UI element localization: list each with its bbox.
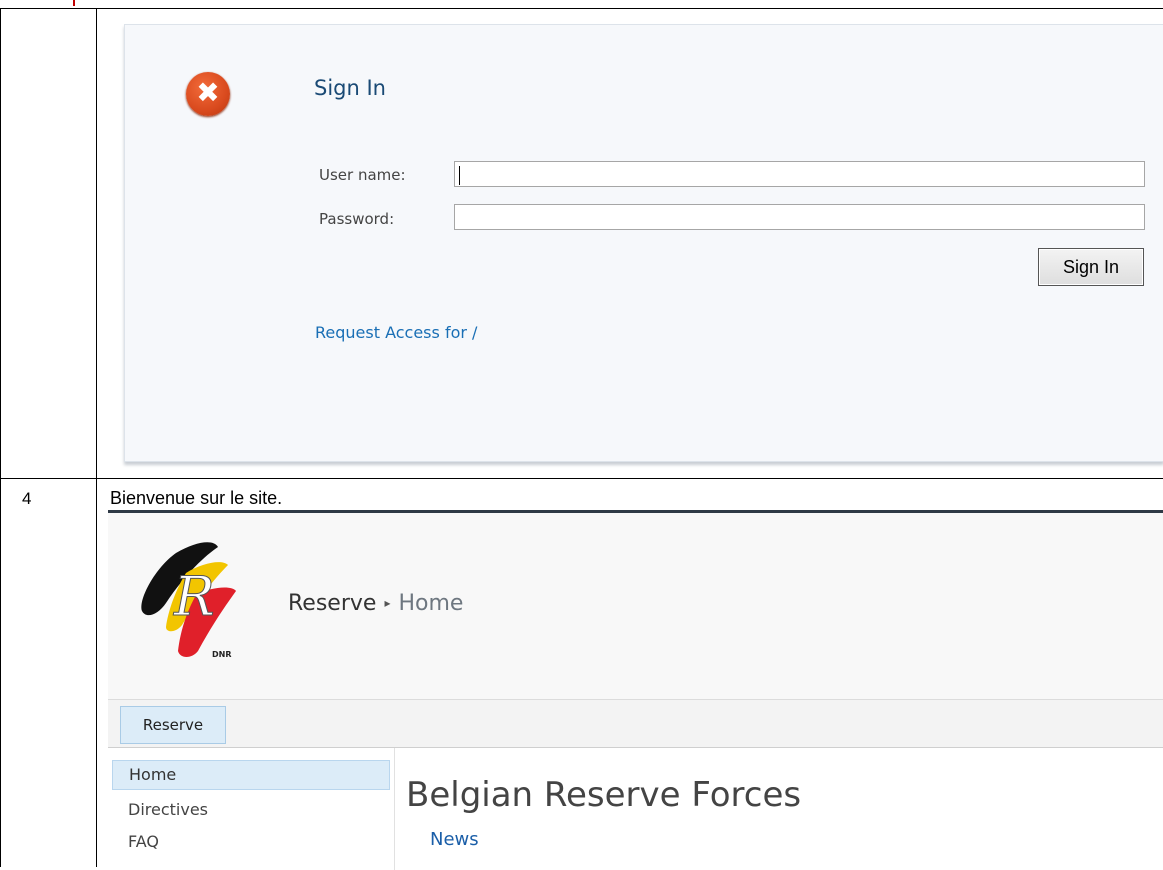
quick-launch-divider <box>394 748 395 870</box>
table-column-divider <box>96 8 97 867</box>
breadcrumb-site-link[interactable]: Reserve <box>288 591 376 616</box>
text-caret <box>459 166 460 185</box>
row-number: 4 <box>22 489 32 508</box>
signin-title: Sign In <box>314 76 386 100</box>
top-nav-bar <box>108 700 1163 748</box>
dnr-logo-icon: R DNR <box>141 542 236 659</box>
error-icon: ✖ <box>186 72 230 116</box>
breadcrumb: Reserve ▸ Home <box>288 591 463 616</box>
site-screenshot: R DNR Reserve ▸ Home Reserve Home Directiv… <box>108 510 1163 870</box>
news-heading-link[interactable]: News <box>430 829 479 850</box>
red-corner-mark <box>73 0 75 6</box>
password-input[interactable] <box>454 204 1145 230</box>
breadcrumb-separator-icon: ▸ <box>384 596 391 610</box>
request-access-link[interactable]: Request Access for / <box>315 323 477 342</box>
quick-launch-item-home[interactable]: Home <box>112 760 390 790</box>
quick-launch-item-directives[interactable]: Directives <box>112 796 390 824</box>
password-label: Password: <box>319 210 395 228</box>
top-nav-tab-reserve[interactable]: Reserve <box>120 706 226 744</box>
row-description: Bienvenue sur le site. <box>110 488 283 508</box>
table-left-border <box>0 8 1 867</box>
page-title: Belgian Reserve Forces <box>406 775 802 815</box>
table-top-border <box>0 8 1163 9</box>
table-row-divider <box>0 478 1163 479</box>
quick-launch-item-faq[interactable]: FAQ <box>112 828 390 856</box>
username-label: User name: <box>319 166 406 184</box>
breadcrumb-current-page: Home <box>398 591 464 616</box>
site-header <box>108 513 1163 699</box>
signin-panel <box>124 24 1163 462</box>
username-input[interactable] <box>454 161 1145 187</box>
sign-in-button[interactable]: Sign In <box>1038 248 1144 286</box>
svg-text:R: R <box>173 565 215 628</box>
error-icon-glyph: ✖ <box>196 76 220 109</box>
logo-caption: DNR <box>212 650 232 659</box>
